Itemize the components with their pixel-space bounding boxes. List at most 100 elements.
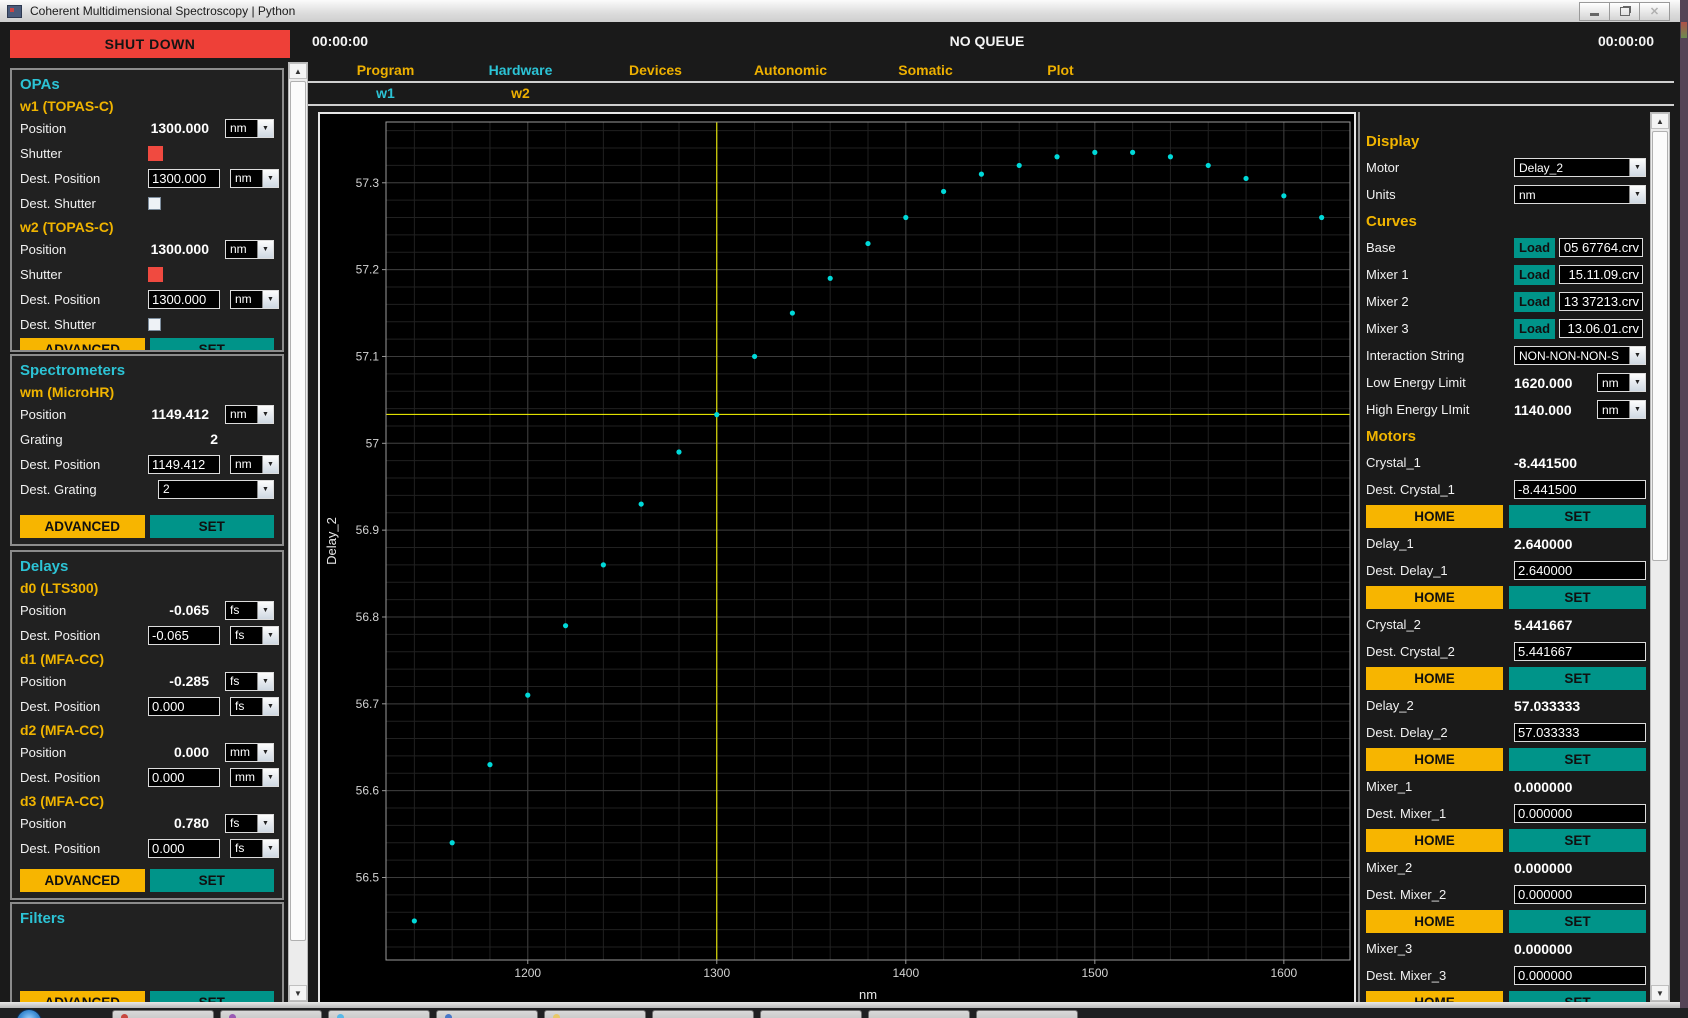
advanced-button[interactable]: ADVANCED — [20, 515, 145, 538]
home-button[interactable]: HOME — [1366, 910, 1503, 933]
dropdown-select[interactable]: NON-NON-NON-S▼ — [1514, 346, 1646, 365]
dest-position-input[interactable] — [148, 768, 220, 787]
chevron-down-icon[interactable]: ▼ — [1629, 159, 1645, 176]
set-button[interactable]: SET — [150, 515, 275, 538]
unit-select[interactable]: nm▼ — [230, 455, 279, 474]
dropdown-select[interactable]: Delay_2▼ — [1514, 158, 1646, 177]
dest-mixer-1-input[interactable] — [1514, 804, 1646, 823]
tab-plot[interactable]: Plot — [993, 62, 1128, 81]
scroll-up-icon[interactable]: ▲ — [289, 63, 307, 79]
dest-delay-1-input[interactable] — [1514, 561, 1646, 580]
set-button[interactable]: SET — [1509, 748, 1646, 771]
chevron-down-icon[interactable]: ▼ — [257, 406, 273, 423]
home-button[interactable]: HOME — [1366, 505, 1503, 528]
unit-select[interactable]: nm▼ — [230, 169, 279, 188]
scroll-up-icon[interactable]: ▲ — [1651, 113, 1669, 129]
dest-crystal-2-input[interactable] — [1514, 642, 1646, 661]
chevron-down-icon[interactable]: ▼ — [262, 769, 278, 786]
home-button[interactable]: HOME — [1366, 748, 1503, 771]
chevron-down-icon[interactable]: ▼ — [257, 744, 273, 761]
right-panel-scrollbar-thumb[interactable] — [1652, 131, 1668, 561]
unit-select[interactable]: fs▼ — [230, 626, 279, 645]
dest-position-input[interactable] — [148, 839, 220, 858]
home-button[interactable]: HOME — [1366, 829, 1503, 852]
restore-button[interactable] — [1609, 2, 1640, 21]
checkbox[interactable] — [148, 197, 161, 210]
set-button[interactable]: SET — [1509, 505, 1646, 528]
dest-delay-2-input[interactable] — [1514, 723, 1646, 742]
chevron-down-icon[interactable]: ▼ — [1629, 401, 1645, 418]
right-panel-scrollbar[interactable]: ▲ ▼ — [1650, 112, 1670, 1002]
chevron-down-icon[interactable]: ▼ — [257, 481, 273, 498]
tab-somatic[interactable]: Somatic — [858, 62, 993, 81]
set-button[interactable]: SET — [150, 338, 275, 352]
unit-select[interactable]: mm▼ — [225, 743, 274, 762]
home-button[interactable]: HOME — [1366, 667, 1503, 690]
shutter-indicator[interactable] — [148, 267, 163, 282]
taskbar-app-button[interactable] — [112, 1010, 214, 1018]
set-button[interactable]: SET — [1509, 586, 1646, 609]
subtab-w2[interactable]: w2 — [453, 85, 588, 104]
home-button[interactable]: HOME — [1366, 991, 1503, 1002]
checkbox[interactable] — [148, 318, 161, 331]
unit-select[interactable]: fs▼ — [230, 697, 279, 716]
dest-position-input[interactable] — [148, 169, 220, 188]
curve-file-field[interactable] — [1559, 319, 1643, 338]
chevron-down-icon[interactable]: ▼ — [262, 170, 278, 187]
scroll-down-icon[interactable]: ▼ — [1651, 985, 1669, 1001]
home-button[interactable]: HOME — [1366, 586, 1503, 609]
dest-mixer-2-input[interactable] — [1514, 885, 1646, 904]
sidebar-scrollbar-thumb[interactable] — [290, 81, 306, 941]
unit-select[interactable]: mm▼ — [230, 768, 279, 787]
unit-select[interactable]: nm▼ — [225, 405, 274, 424]
advanced-button[interactable]: ADVANCED — [20, 869, 145, 892]
chevron-down-icon[interactable]: ▼ — [257, 241, 273, 258]
load-button[interactable]: Load — [1514, 265, 1555, 285]
shutter-indicator[interactable] — [148, 146, 163, 161]
taskbar-app-button[interactable] — [436, 1010, 538, 1018]
advanced-button[interactable]: ADVANCED — [20, 338, 145, 352]
advanced-button[interactable]: ADVANCED — [20, 991, 145, 1002]
chevron-down-icon[interactable]: ▼ — [257, 120, 273, 137]
taskbar-app-button[interactable] — [652, 1010, 754, 1018]
tab-devices[interactable]: Devices — [588, 62, 723, 81]
tab-hardware[interactable]: Hardware — [453, 62, 588, 81]
dropdown-select[interactable]: 2▼ — [158, 480, 274, 499]
set-button[interactable]: SET — [1509, 667, 1646, 690]
taskbar-app-button[interactable] — [544, 1010, 646, 1018]
taskbar-app-button[interactable] — [976, 1010, 1078, 1018]
set-button[interactable]: SET — [1509, 910, 1646, 933]
chevron-down-icon[interactable]: ▼ — [257, 602, 273, 619]
minimize-button[interactable] — [1579, 2, 1610, 21]
load-button[interactable]: Load — [1514, 238, 1555, 258]
tab-autonomic[interactable]: Autonomic — [723, 62, 858, 81]
chevron-down-icon[interactable]: ▼ — [1629, 186, 1645, 203]
dest-mixer-3-input[interactable] — [1514, 966, 1646, 985]
tuning-curve-plot[interactable]: 1200130014001500160056.556.656.756.856.9… — [318, 112, 1356, 1002]
chevron-down-icon[interactable]: ▼ — [262, 291, 278, 308]
taskbar-app-button[interactable] — [328, 1010, 430, 1018]
set-button[interactable]: SET — [150, 991, 275, 1002]
sidebar-scrollbar[interactable]: ▲ ▼ — [288, 62, 308, 1002]
unit-select[interactable]: fs▼ — [225, 601, 274, 620]
load-button[interactable]: Load — [1514, 292, 1555, 312]
tab-program[interactable]: Program — [318, 62, 453, 81]
chevron-down-icon[interactable]: ▼ — [1629, 374, 1645, 391]
chevron-down-icon[interactable]: ▼ — [262, 456, 278, 473]
set-button[interactable]: SET — [150, 869, 275, 892]
taskbar-app-button[interactable] — [760, 1010, 862, 1018]
unit-select[interactable]: nm▼ — [1597, 373, 1646, 392]
unit-select[interactable]: nm▼ — [225, 240, 274, 259]
load-button[interactable]: Load — [1514, 319, 1555, 339]
plot-canvas[interactable]: 1200130014001500160056.556.656.756.856.9… — [320, 114, 1354, 1002]
curve-file-field[interactable] — [1559, 292, 1643, 311]
chevron-down-icon[interactable]: ▼ — [257, 673, 273, 690]
chevron-down-icon[interactable]: ▼ — [1629, 347, 1645, 364]
taskbar-app-button[interactable] — [220, 1010, 322, 1018]
unit-select[interactable]: fs▼ — [225, 814, 274, 833]
curve-file-field[interactable] — [1559, 238, 1643, 257]
chevron-down-icon[interactable]: ▼ — [262, 698, 278, 715]
dest-position-input[interactable] — [148, 455, 220, 474]
unit-select[interactable]: fs▼ — [230, 839, 279, 858]
dest-position-input[interactable] — [148, 697, 220, 716]
